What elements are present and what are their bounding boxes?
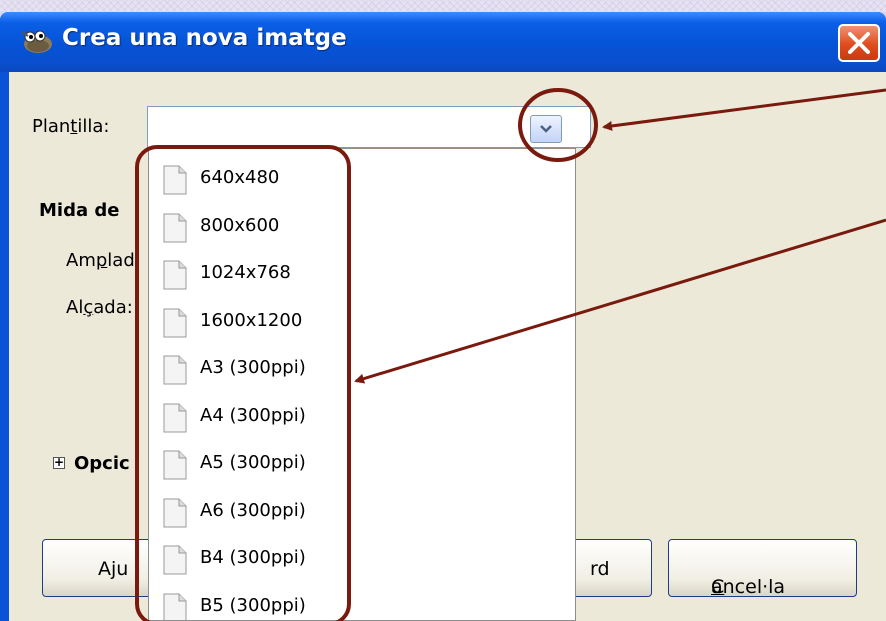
- template-option-label: 1600x1200: [200, 309, 303, 331]
- close-button[interactable]: [838, 24, 880, 62]
- template-option[interactable]: A5 (300ppi): [163, 450, 563, 494]
- document-file-icon: [163, 498, 187, 527]
- template-option[interactable]: A4 (300ppi): [163, 403, 563, 447]
- template-option-label: A5 (300ppi): [200, 452, 306, 473]
- template-option-label: B5 (300ppi): [200, 594, 306, 616]
- template-option[interactable]: 800x600: [163, 213, 563, 257]
- template-label: Plantilla:: [32, 116, 110, 137]
- template-option-label: A6 (300ppi): [200, 499, 306, 521]
- width-label: Amplad: [66, 250, 135, 271]
- document-file-icon: [163, 355, 187, 385]
- template-dropdown-button[interactable]: [530, 115, 562, 143]
- cancel-button[interactable]: Cancel·la: [668, 539, 857, 598]
- template-option-label: A4 (300ppi): [200, 404, 306, 426]
- template-option-label: 800x600: [200, 214, 280, 236]
- document-file-icon: [163, 308, 187, 337]
- template-option-label: B4 (300ppi): [200, 547, 306, 568]
- document-file-icon: [163, 165, 187, 195]
- template-option[interactable]: 1024x768: [163, 260, 563, 304]
- template-combo[interactable]: [147, 106, 591, 148]
- template-option[interactable]: B5 (300ppi): [163, 593, 563, 620]
- document-file-icon: [163, 593, 187, 620]
- window-title: Crea una nova imatge: [62, 25, 347, 51]
- height-label: Alçada:: [66, 297, 133, 318]
- template-option[interactable]: 1600x1200: [163, 308, 563, 352]
- title-bar[interactable]: Crea una nova imatge: [0, 12, 886, 72]
- template-option[interactable]: A6 (300ppi): [163, 498, 563, 542]
- chevron-down-icon: [540, 125, 552, 133]
- template-dropdown-list[interactable]: 640x480 800x600 1024x768 1600x1200 A3 (300pp…: [148, 148, 576, 621]
- document-file-icon: [163, 260, 187, 290]
- template-option-label: A3 (300ppi): [200, 357, 306, 378]
- close-icon: [848, 32, 870, 54]
- gimp-wilber-icon: [21, 30, 52, 53]
- template-option[interactable]: 640x480: [163, 165, 563, 209]
- document-file-icon: [163, 450, 187, 480]
- advanced-options-label[interactable]: Opcic: [74, 453, 130, 474]
- template-option[interactable]: B4 (300ppi): [163, 545, 563, 589]
- template-option-label: 640x480: [200, 167, 280, 188]
- document-file-icon: [163, 213, 187, 242]
- document-file-icon: [163, 545, 187, 575]
- image-size-heading: Mida de: [39, 200, 120, 221]
- document-file-icon: [163, 403, 187, 432]
- advanced-options-expander[interactable]: +: [53, 456, 65, 469]
- template-option-label: 1024x768: [200, 262, 291, 283]
- template-option[interactable]: A3 (300ppi): [163, 355, 563, 399]
